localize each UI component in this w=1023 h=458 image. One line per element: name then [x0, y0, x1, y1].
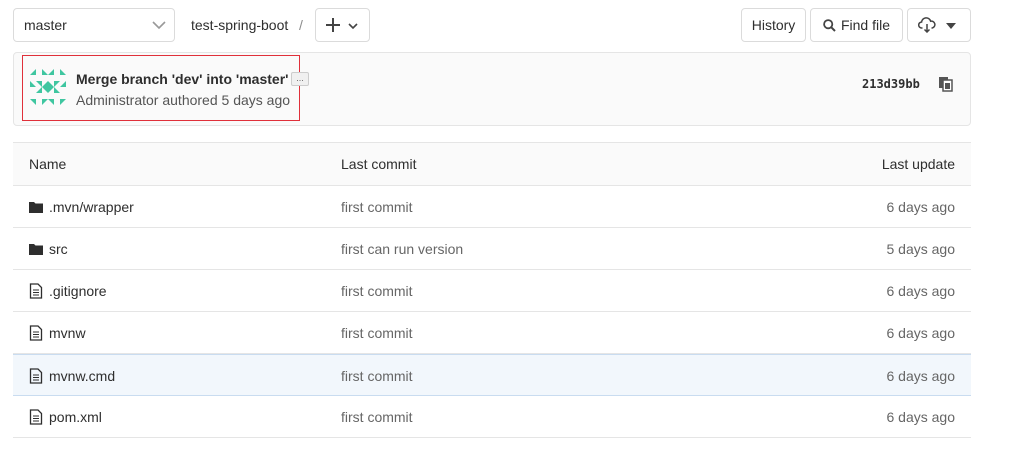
table-row[interactable]: .mvn/wrapper first commit 6 days ago — [13, 186, 971, 228]
commit-message[interactable]: first commit — [341, 283, 413, 299]
last-update: 6 days ago — [886, 283, 956, 299]
chevron-down-icon — [152, 21, 166, 30]
commit-highlight-box — [22, 55, 300, 121]
copy-icon[interactable] — [938, 76, 954, 92]
branch-name: master — [24, 17, 67, 33]
last-update: 6 days ago — [886, 199, 956, 215]
find-file-button[interactable]: Find file — [810, 8, 903, 42]
file-name[interactable]: mvnw — [49, 325, 86, 341]
commit-meta: Administrator authored 5 days ago — [76, 92, 291, 108]
cloud-download-icon — [918, 17, 936, 33]
add-dropdown-button[interactable] — [315, 8, 370, 42]
file-name[interactable]: mvnw.cmd — [49, 368, 115, 384]
folder-icon — [29, 244, 43, 255]
column-header-last-commit: Last commit — [341, 156, 417, 172]
download-dropdown-button[interactable] — [907, 8, 971, 42]
caret-down-icon — [946, 23, 956, 29]
breadcrumb-project[interactable]: test-spring-boot — [191, 17, 288, 33]
file-icon — [29, 325, 43, 341]
plus-icon — [326, 18, 340, 32]
last-update: 6 days ago — [886, 409, 956, 425]
file-icon — [29, 283, 43, 299]
find-file-label: Find file — [840, 17, 891, 33]
last-update: 6 days ago — [886, 325, 956, 341]
commit-message[interactable]: first can run version — [341, 241, 463, 257]
file-name[interactable]: .mvn/wrapper — [49, 199, 134, 215]
history-button[interactable]: History — [741, 8, 806, 42]
commit-message[interactable]: first commit — [341, 409, 413, 425]
commit-message[interactable]: first commit — [341, 368, 413, 384]
file-name[interactable]: pom.xml — [49, 409, 102, 425]
column-header-last-update: Last update — [881, 156, 955, 172]
chevron-down-icon — [348, 23, 358, 30]
file-table: Name Last commit Last update .mvn/wrappe… — [13, 142, 971, 438]
commit-title-link[interactable]: Merge branch 'dev' into 'master' — [76, 71, 288, 87]
last-update: 6 days ago — [886, 368, 956, 384]
file-table-header: Name Last commit Last update — [13, 142, 971, 186]
file-icon — [29, 368, 43, 384]
breadcrumb-separator: / — [299, 17, 303, 33]
file-name[interactable]: src — [49, 241, 68, 257]
last-update: 5 days ago — [886, 241, 956, 257]
repo-toolbar: master test-spring-boot / History Find f… — [0, 0, 1023, 50]
file-icon — [29, 409, 43, 425]
commit-expand-button[interactable]: ... — [291, 72, 309, 86]
search-icon — [823, 19, 836, 32]
column-header-name: Name — [29, 156, 67, 172]
folder-icon — [29, 202, 43, 213]
branch-selector[interactable]: master — [13, 8, 175, 42]
commit-sha[interactable]: 213d39bb — [862, 77, 920, 91]
table-row[interactable]: src first can run version 5 days ago — [13, 228, 971, 270]
commit-message[interactable]: first commit — [341, 199, 413, 215]
table-row[interactable]: mvnw.cmd first commit 6 days ago — [13, 354, 971, 396]
file-name[interactable]: .gitignore — [49, 283, 107, 299]
table-row[interactable]: mvnw first commit 6 days ago — [13, 312, 971, 354]
table-row[interactable]: pom.xml first commit 6 days ago — [13, 396, 971, 438]
table-row[interactable]: .gitignore first commit 6 days ago — [13, 270, 971, 312]
commit-message[interactable]: first commit — [341, 325, 413, 341]
history-label: History — [751, 17, 796, 33]
